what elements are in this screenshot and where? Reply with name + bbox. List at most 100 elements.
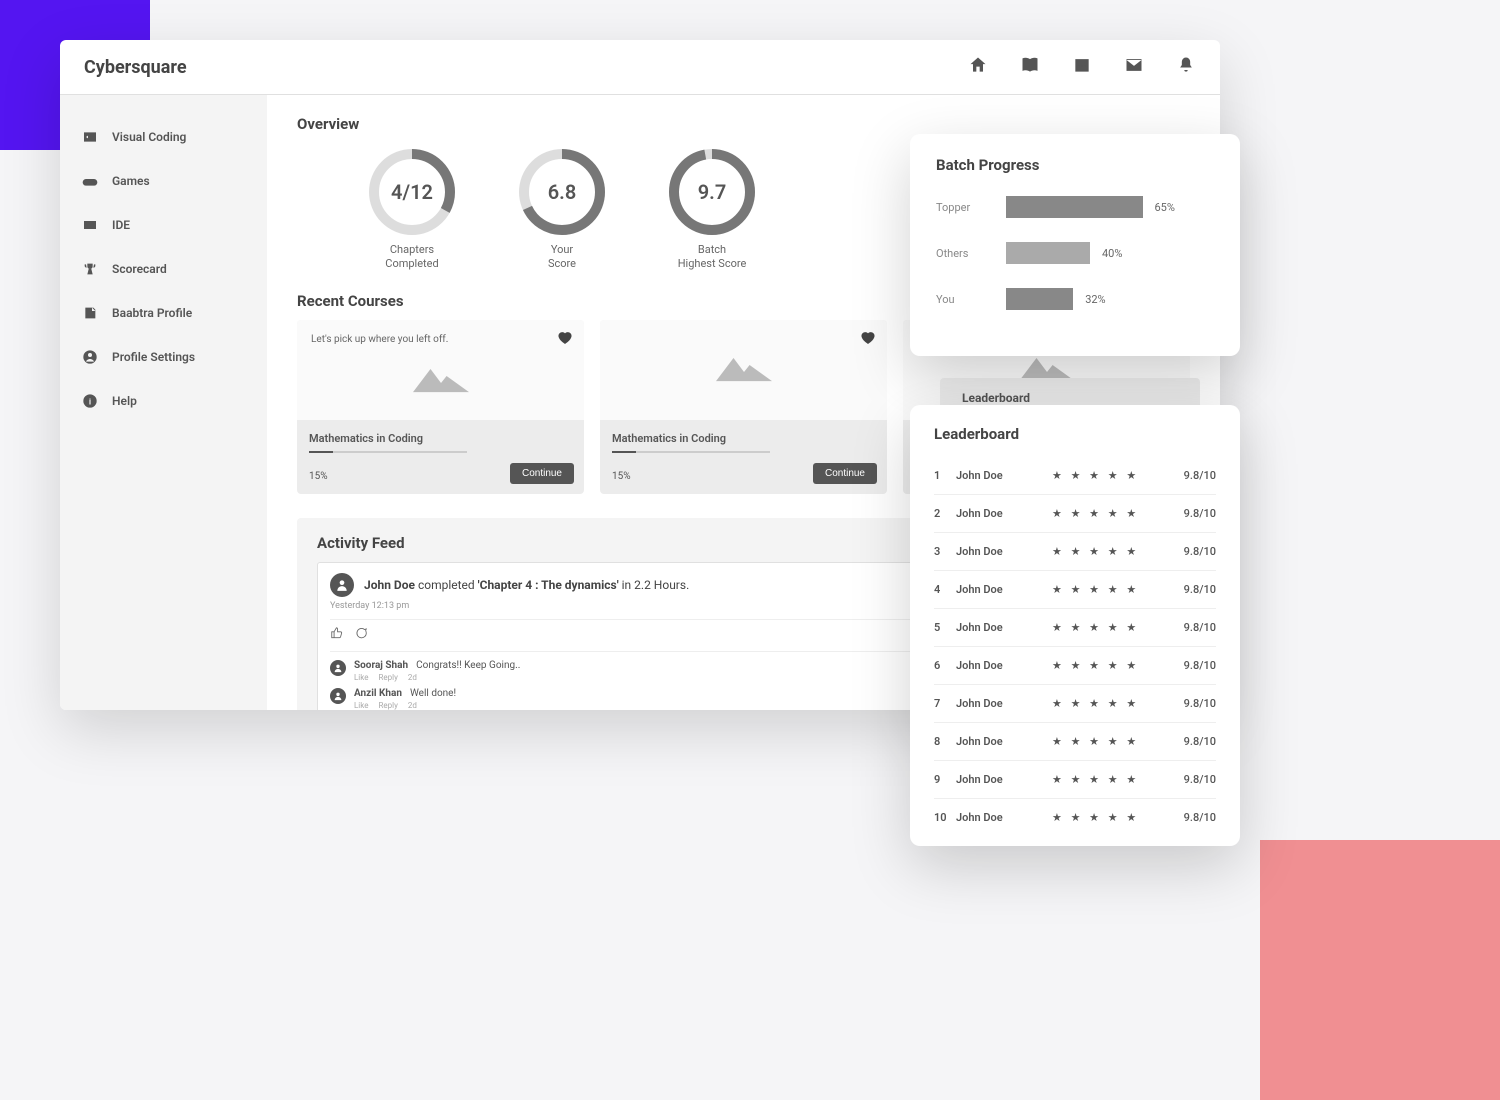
nav-icons [968,55,1196,79]
sidebar-label: Baabtra Profile [112,306,192,320]
batch-progress-card: Batch Progress Topper 65% Others 40% You 3… [910,134,1240,356]
batch-bar [1006,242,1090,264]
lb-stars: ★ ★ ★ ★ ★ [1052,583,1184,596]
lb-stars: ★ ★ ★ ★ ★ [1052,811,1184,824]
comment-meta[interactable]: Reply [378,701,397,710]
heart-icon[interactable] [861,330,875,349]
lb-rank: 8 [934,735,956,748]
course-title: Mathematics in Coding [612,432,875,445]
sidebar-item-games[interactable]: Games [60,159,267,203]
lb-rank: 4 [934,583,956,596]
bell-icon[interactable] [1176,55,1196,79]
decor-pink-square [1260,840,1500,1100]
lb-rank: 2 [934,507,956,520]
sidebar-item-ide[interactable]: IDE [60,203,267,247]
leaderboard-row[interactable]: 6 John Doe ★ ★ ★ ★ ★ 9.8/10 [934,647,1216,685]
ring-value: 6.8 [517,147,607,237]
comment-author: Sooraj Shah [354,660,408,671]
lb-score: 9.8/10 [1184,811,1216,824]
ring-label: Chapters Completed [385,243,438,272]
leaderboard-row[interactable]: 3 John Doe ★ ★ ★ ★ ★ 9.8/10 [934,533,1216,571]
sidebar-label: Games [112,174,150,188]
book-icon[interactable] [1020,55,1040,79]
leaderboard-row[interactable]: 8 John Doe ★ ★ ★ ★ ★ 9.8/10 [934,723,1216,761]
lb-name: John Doe [956,507,1052,520]
leaderboard-row[interactable]: 4 John Doe ★ ★ ★ ★ ★ 9.8/10 [934,571,1216,609]
batch-percent: 32% [1085,293,1105,306]
lb-name: John Doe [956,583,1052,596]
lb-stars: ★ ★ ★ ★ ★ [1052,469,1184,482]
lb-score: 9.8/10 [1184,583,1216,596]
lb-stars: ★ ★ ★ ★ ★ [1052,659,1184,672]
comment-text: Congrats!! Keep Going.. [416,660,520,671]
lb-score: 9.8/10 [1184,545,1216,558]
lb-rank: 3 [934,545,956,558]
lb-score: 9.8/10 [1184,507,1216,520]
heart-icon[interactable] [558,330,572,349]
lb-score: 9.8/10 [1184,735,1216,748]
home-icon[interactable] [968,55,988,79]
batch-percent: 65% [1155,201,1175,214]
thumbs-up-icon[interactable] [330,626,344,643]
continue-button[interactable]: Continue [510,463,574,484]
lb-stars: ★ ★ ★ ★ ★ [1052,773,1184,786]
lb-score: 9.8/10 [1184,469,1216,482]
lb-score: 9.8/10 [1184,773,1216,786]
sidebar-label: Visual Coding [112,130,186,144]
lb-rank: 5 [934,621,956,634]
comment-meta[interactable]: 2d [408,701,417,710]
avatar-icon [330,573,354,597]
lb-stars: ★ ★ ★ ★ ★ [1052,697,1184,710]
avatar-icon [330,660,346,676]
placeholder-image-icon [614,346,873,384]
leaderboard-card: Leaderboard 1 John Doe ★ ★ ★ ★ ★ 9.8/102… [910,405,1240,846]
leaderboard-row[interactable]: 2 John Doe ★ ★ ★ ★ ★ 9.8/10 [934,495,1216,533]
lb-score: 9.8/10 [1184,621,1216,634]
brand-title: Cybersquare [84,57,187,78]
comment-icon[interactable] [354,626,368,643]
course-card[interactable]: Let's pick up where you left off. Mathem… [297,320,584,494]
sidebar-item-visual-coding[interactable]: Visual Coding [60,115,267,159]
overview-ring: 4/12 Chapters Completed [367,147,457,272]
batch-title: Batch Progress [936,156,1214,174]
lb-name: John Doe [956,773,1052,786]
continue-button[interactable]: Continue [813,463,877,484]
sidebar-item-profile-settings[interactable]: Profile Settings [60,335,267,379]
pickup-text: Let's pick up where you left off. [311,334,570,345]
progress-bar [612,451,770,453]
sidebar: Visual Coding Games IDE Scorecard Baabtr… [60,95,267,710]
sidebar-item-scorecard[interactable]: Scorecard [60,247,267,291]
sidebar-label: Scorecard [112,262,167,276]
lb-rank: 9 [934,773,956,786]
ring-label: Batch Highest Score [678,243,747,272]
leaderboard-row[interactable]: 5 John Doe ★ ★ ★ ★ ★ 9.8/10 [934,609,1216,647]
leaderboard-row[interactable]: 9 John Doe ★ ★ ★ ★ ★ 9.8/10 [934,761,1216,799]
batch-label: You [936,293,992,306]
placeholder-image-icon [311,357,570,395]
comment-meta[interactable]: Like [354,701,368,710]
leaderboard-row[interactable]: 1 John Doe ★ ★ ★ ★ ★ 9.8/10 [934,457,1216,495]
batch-row: Others 40% [936,242,1214,264]
overview-title: Overview [297,115,1190,133]
lb-name: John Doe [956,811,1052,824]
sidebar-item-baabtra[interactable]: Baabtra Profile [60,291,267,335]
batch-bar [1006,196,1143,218]
leaderboard-row[interactable]: 10 John Doe ★ ★ ★ ★ ★ 9.8/10 [934,799,1216,836]
course-card[interactable]: Mathematics in Coding 15% Continue [600,320,887,494]
lb-score: 9.8/10 [1184,659,1216,672]
batch-label: Others [936,247,992,260]
leaderboard-row[interactable]: 7 John Doe ★ ★ ★ ★ ★ 9.8/10 [934,685,1216,723]
sidebar-label: IDE [112,218,130,232]
overview-ring: 9.7 Batch Highest Score [667,147,757,272]
sidebar-item-help[interactable]: iHelp [60,379,267,423]
mail-icon[interactable] [1124,55,1144,79]
lb-rank: 1 [934,469,956,482]
batch-label: Topper [936,201,992,214]
comment-meta[interactable]: Like [354,673,368,682]
svg-text:i: i [89,397,91,407]
batch-percent: 40% [1102,247,1122,260]
calendar-icon[interactable] [1072,55,1092,79]
lb-stars: ★ ★ ★ ★ ★ [1052,621,1184,634]
comment-meta[interactable]: 2d [408,673,417,682]
comment-meta[interactable]: Reply [378,673,397,682]
